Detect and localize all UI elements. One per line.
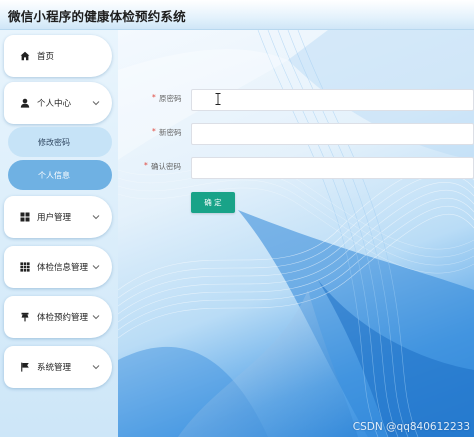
sidebar-item-exam-booking-management[interactable]: 体检预约管理 (4, 296, 112, 338)
chevron-down-icon (92, 101, 100, 106)
app-header: 微信小程序的健康体检预约系统 (0, 0, 474, 30)
new-password-input[interactable] (191, 123, 474, 145)
confirm-button[interactable]: 确 定 (191, 192, 235, 213)
sidebar-item-label: 个人中心 (37, 99, 72, 109)
required-mark: * (144, 161, 148, 170)
form-row-new-password: * 新密码 (118, 123, 474, 145)
sidebar-item-personal-center[interactable]: 个人中心 (4, 82, 112, 124)
new-password-label: 新密码 (159, 128, 182, 137)
sidebar-item-label: 体检信息管理 (37, 263, 89, 273)
pin-icon (18, 310, 32, 324)
submenu-item-personal-info[interactable]: 个人信息 (8, 160, 112, 190)
old-password-label: 原密码 (159, 94, 182, 103)
main-content: * 原密码 * 新密码 * 确认密码 确 定 CSDN @qq840612233 (118, 30, 474, 437)
sidebar-item-system-management[interactable]: 系统管理 (4, 346, 112, 388)
watermark-text: CSDN @qq840612233 (352, 421, 470, 433)
user-icon (18, 96, 32, 110)
required-mark: * (152, 127, 156, 136)
submenu-item-change-password[interactable]: 修改密码 (8, 127, 112, 157)
required-mark: * (152, 93, 156, 102)
confirm-password-label: 确认密码 (151, 162, 181, 171)
confirm-password-input[interactable] (191, 157, 474, 179)
text-cursor-icon (215, 93, 221, 105)
sidebar-item-home[interactable]: 首页 (4, 35, 112, 77)
form-row-confirm-password: * 确认密码 (118, 157, 474, 179)
old-password-input[interactable] (191, 89, 474, 111)
sidebar-item-exam-info-management[interactable]: 体检信息管理 (4, 246, 112, 288)
flag-icon (18, 360, 32, 374)
chevron-down-icon (92, 365, 100, 370)
chevron-down-icon (92, 265, 100, 270)
submenu-item-label: 个人信息 (38, 170, 70, 180)
form-row-old-password: * 原密码 (118, 89, 474, 111)
grid-icon (18, 210, 32, 224)
submenu-item-label: 修改密码 (38, 137, 70, 147)
sidebar: 首页 个人中心 修改密码 个人信息 用户管理 体检信息管理 体检预约管理 系统管… (0, 30, 118, 437)
sidebar-item-label: 系统管理 (37, 363, 72, 373)
chevron-down-icon (92, 315, 100, 320)
sidebar-item-label: 体检预约管理 (37, 313, 89, 323)
sidebar-item-label: 用户管理 (37, 213, 72, 223)
grid9-icon (18, 260, 32, 274)
sidebar-item-label: 首页 (37, 52, 55, 62)
home-icon (18, 49, 32, 63)
sidebar-item-user-management[interactable]: 用户管理 (4, 196, 112, 238)
chevron-down-icon (92, 215, 100, 220)
app-title: 微信小程序的健康体检预约系统 (8, 9, 186, 24)
